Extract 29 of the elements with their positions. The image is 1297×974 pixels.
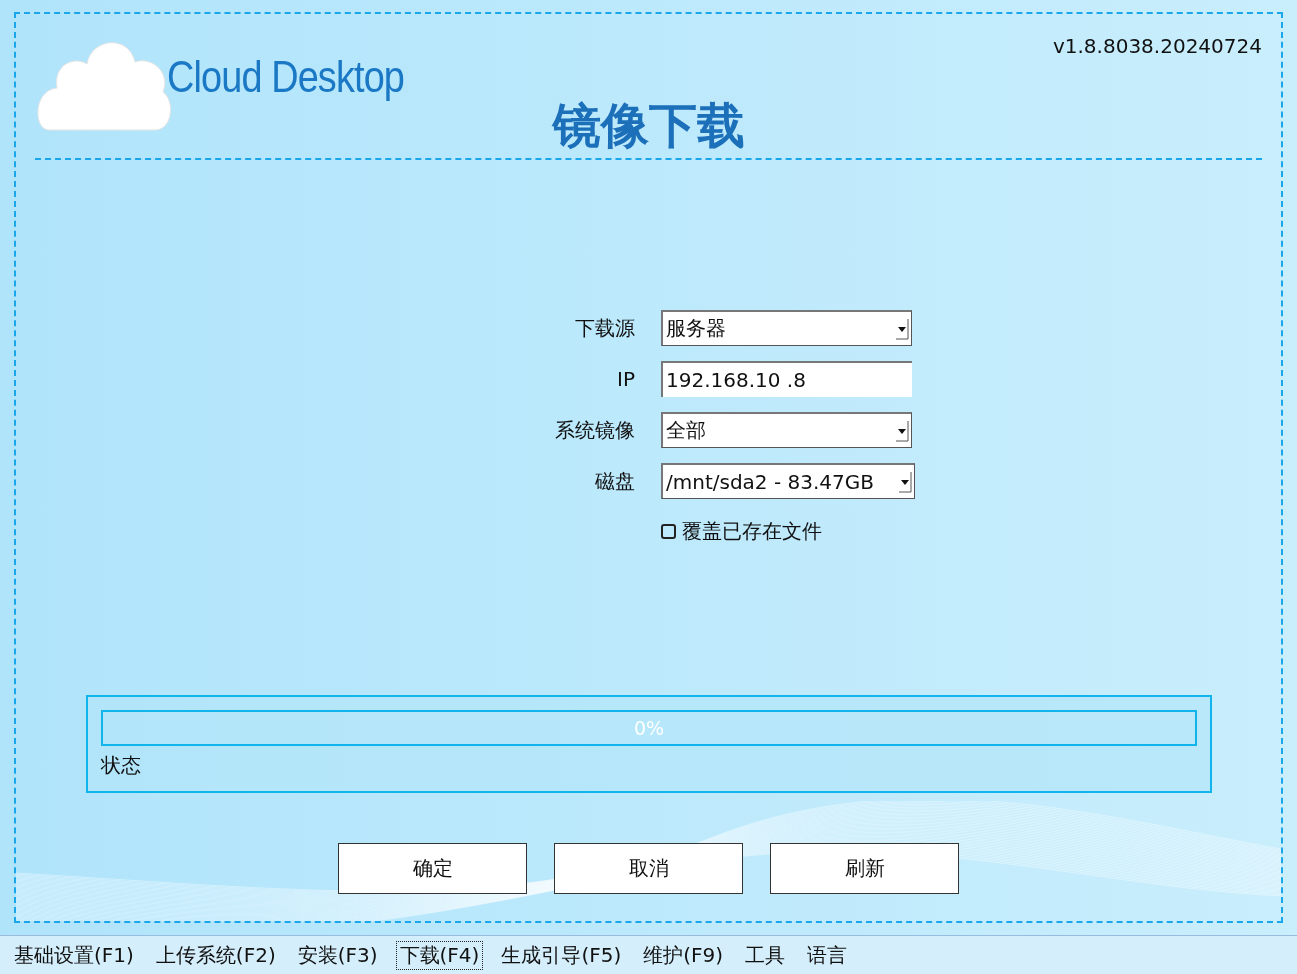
action-button[interactable]: 确定 — [338, 843, 527, 894]
menu-item[interactable]: 安装(F3) — [293, 941, 382, 970]
menu-item[interactable]: 上传系统(F2) — [151, 941, 280, 970]
action-button[interactable]: 取消 — [554, 843, 743, 894]
menu-item[interactable]: 生成引导(F5) — [497, 941, 626, 970]
status-label: 状态 — [101, 752, 141, 779]
dropdown-arrow-icon — [898, 470, 912, 493]
menu-item[interactable]: 语言 — [803, 941, 852, 970]
dropdown[interactable]: 全部 — [661, 412, 912, 448]
dropdown-arrow-icon — [895, 419, 909, 442]
menu-item[interactable]: 维护(F9) — [639, 941, 728, 970]
progress-text: 0% — [633, 717, 665, 739]
field-label: IP — [616, 367, 635, 391]
field-label: 下载源 — [574, 314, 635, 342]
checkbox-label: 覆盖已存在文件 — [682, 518, 822, 545]
menu-item[interactable]: 基础设置(F1) — [10, 941, 138, 970]
checkbox[interactable] — [661, 524, 676, 539]
page-title: 镜像下载 — [552, 96, 745, 155]
action-button[interactable]: 刷新 — [770, 843, 959, 894]
version-text: v1.8.8038.20240724 — [1052, 34, 1262, 58]
menu-item[interactable]: 下载(F4) — [395, 941, 484, 970]
menu-item[interactable]: 工具 — [741, 941, 790, 970]
field-label: 磁盘 — [594, 467, 635, 495]
logo-text: Cloud Desktop — [167, 52, 404, 102]
dropdown[interactable]: 服务器 — [661, 310, 912, 346]
dropdown-arrow-icon — [895, 317, 909, 340]
input-field[interactable]: 192.168.10 .8 — [661, 361, 912, 397]
field-label: 系统镜像 — [554, 416, 635, 444]
dropdown[interactable]: /mnt/sda2 - 83.47GB — [661, 463, 915, 499]
